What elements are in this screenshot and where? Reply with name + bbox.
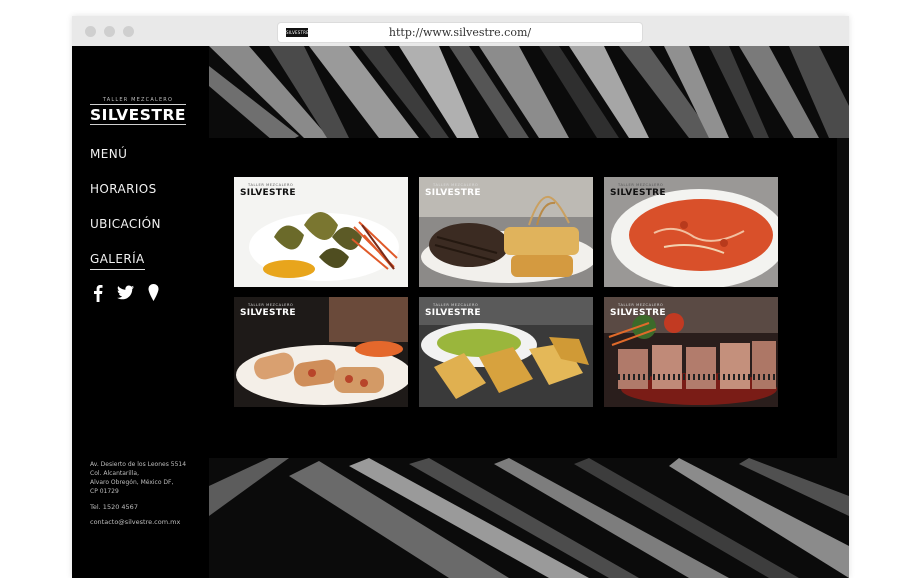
address-line: Av. Desierto de los Leones 5514 [90,461,187,468]
window-maximize-dot[interactable] [123,26,134,37]
site-logo[interactable]: TALLER MEZCALERO SILVESTRE [90,96,186,125]
photo-logo-name: SILVESTRE [610,188,666,198]
photo-logo: TALLER MEZCALERO SILVESTRE [610,303,666,319]
window-close-dot[interactable] [85,26,96,37]
photo-logo-name: SILVESTRE [425,308,481,318]
nav-item-horarios[interactable]: HORARIOS [90,178,161,213]
gallery-photo-artichokes[interactable]: TALLER MEZCALERO SILVESTRE [234,177,408,287]
gallery-photo-steak[interactable]: TALLER MEZCALERO SILVESTRE [419,177,593,287]
location-pin-icon[interactable] [148,284,159,305]
photo-logo: TALLER MEZCALERO SILVESTRE [240,303,296,319]
nav-item-menu[interactable]: MENÚ [90,143,161,178]
photo-logo: TALLER MEZCALERO SILVESTRE [425,183,481,199]
nav-item-ubicacion[interactable]: UBICACIÓN [90,213,161,248]
gallery-photo-soup[interactable]: TALLER MEZCALERO SILVESTRE [604,177,778,287]
window-minimize-dot[interactable] [104,26,115,37]
gallery-panel: TALLER MEZCALERO SILVESTRE TALLER MEZCALER… [209,138,837,458]
contact-info: Av. Desierto de los Leones 5514 Col. Alc… [90,460,205,527]
logo-tagline: TALLER MEZCALERO [102,97,174,103]
photo-logo-name: SILVESTRE [240,188,296,198]
website: TALLER MEZCALERO SILVESTRE TALLER MEZCALER… [72,46,849,578]
photo-logo-name: SILVESTRE [610,308,666,318]
gallery-photo-guacamole[interactable]: TALLER MEZCALERO SILVESTRE [419,297,593,407]
gallery-photo-tuna[interactable]: TALLER MEZCALERO SILVESTRE [604,297,778,407]
gallery-photo-rolls[interactable]: TALLER MEZCALERO SILVESTRE [234,297,408,407]
url-text[interactable]: http://www.silvestre.com/ [278,23,642,42]
photo-logo-name: SILVESTRE [240,308,296,318]
nav-item-galeria[interactable]: GALERÍA [90,248,161,283]
main-nav: MENÚ HORARIOS UBICACIÓN GALERÍA [90,143,161,283]
browser-chrome: SILVESTRE http://www.silvestre.com/ [72,16,849,47]
sidebar: TALLER MEZCALERO SILVESTRE MENÚ HORARIOS… [72,46,209,578]
address-line: Alvaro Obregón, México DF, [90,479,174,486]
address-line: CP 01729 [90,488,119,495]
browser-window: SILVESTRE http://www.silvestre.com/ TALL… [72,16,849,578]
logo-rule-bottom [90,124,186,125]
email-link[interactable]: contacto@silvestre.com.mx [90,518,205,527]
photo-logo: TALLER MEZCALERO SILVESTRE [610,183,666,199]
twitter-icon[interactable] [117,285,134,304]
phone-number[interactable]: Tel. 1520 4567 [90,503,205,512]
photo-logo: TALLER MEZCALERO SILVESTRE [240,183,296,199]
address-bar[interactable]: SILVESTRE http://www.silvestre.com/ [278,23,642,42]
photo-logo: TALLER MEZCALERO SILVESTRE [425,303,481,319]
facebook-icon[interactable] [93,284,103,306]
address-line: Col. Alcantarilla, [90,470,139,477]
photo-logo-name: SILVESTRE [425,188,481,198]
logo-name: SILVESTRE [90,106,187,124]
